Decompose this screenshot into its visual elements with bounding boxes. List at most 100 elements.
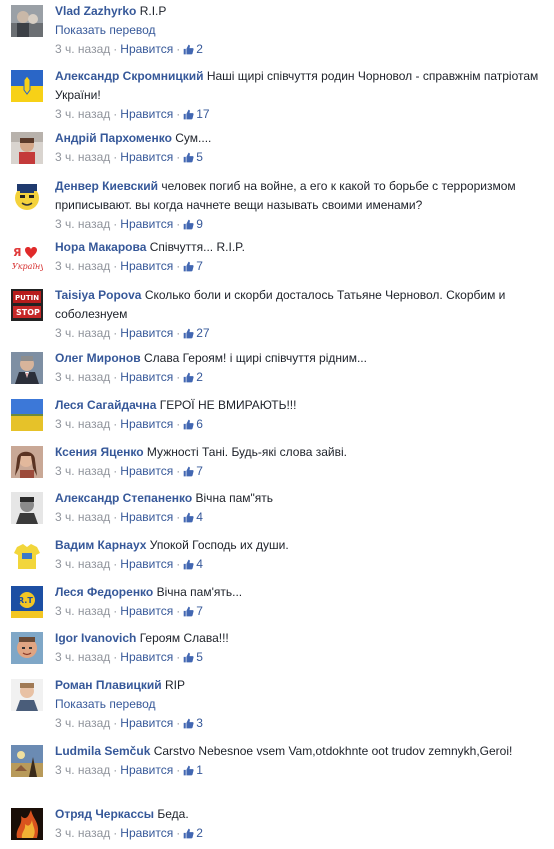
comment-meta: 3 ч. назад · Нравится · 2	[55, 824, 554, 843]
comment-text: Carstvo Nebesnoe vsem Vam,otdokhnte oot …	[153, 744, 513, 758]
blue-badge-avatar-icon: R.T	[11, 586, 43, 618]
like-button[interactable]: Нравится	[120, 650, 173, 664]
comment-item: Отряд Черкассы Беда. 3 ч. назад · Нравится ·…	[0, 805, 554, 843]
like-button[interactable]: Нравится	[120, 150, 173, 164]
like-count[interactable]: 2	[183, 826, 203, 840]
like-count[interactable]: 2	[183, 42, 203, 56]
comment-meta: 3 ч. назад · Нравится · 5	[55, 648, 554, 667]
like-count[interactable]: 3	[183, 716, 203, 730]
like-count[interactable]: 4	[183, 510, 203, 524]
like-button[interactable]: Нравится	[120, 217, 173, 231]
like-count[interactable]: 27	[183, 326, 210, 340]
comment-author-link[interactable]: Vlad Zazhyrko	[55, 4, 136, 18]
separator-dot: ·	[176, 326, 181, 340]
thumbs-up-icon	[183, 606, 194, 617]
comment-author-link[interactable]: Нора Макарова	[55, 240, 146, 254]
avatar[interactable]	[11, 632, 43, 664]
avatar[interactable]: R.T	[11, 586, 43, 618]
like-button[interactable]: Нравится	[120, 107, 173, 121]
comment-timestamp[interactable]: 3 ч. назад	[55, 217, 110, 231]
comment-timestamp[interactable]: 3 ч. назад	[55, 150, 110, 164]
comment-timestamp[interactable]: 3 ч. назад	[55, 763, 110, 777]
comment-timestamp[interactable]: 3 ч. назад	[55, 604, 110, 618]
comment-author-link[interactable]: Александр Скромницкий	[55, 69, 204, 83]
like-count[interactable]: 7	[183, 259, 203, 273]
separator-dot: ·	[113, 510, 118, 524]
show-translation-link[interactable]: Показать перевод	[55, 695, 554, 714]
svg-text:STOP: STOP	[16, 308, 40, 317]
comment-timestamp[interactable]: 3 ч. назад	[55, 716, 110, 730]
like-count[interactable]: 9	[183, 217, 203, 231]
like-count[interactable]: 7	[183, 464, 203, 478]
like-count[interactable]: 6	[183, 417, 203, 431]
comment-timestamp[interactable]: 3 ч. назад	[55, 826, 110, 840]
comment-timestamp[interactable]: 3 ч. назад	[55, 650, 110, 664]
like-button[interactable]: Нравится	[120, 326, 173, 340]
avatar[interactable]: PUTIN STOP	[11, 289, 43, 321]
like-count[interactable]: 2	[183, 370, 203, 384]
like-button[interactable]: Нравится	[120, 763, 173, 777]
comment-timestamp[interactable]: 3 ч. назад	[55, 326, 110, 340]
comment-timestamp[interactable]: 3 ч. назад	[55, 464, 110, 478]
show-translation-link[interactable]: Показать перевод	[55, 21, 554, 40]
avatar[interactable]	[11, 180, 43, 212]
comment-author-link[interactable]: Taisiya Popova	[55, 288, 141, 302]
comment-author-link[interactable]: Олег Миронов	[55, 351, 141, 365]
like-button[interactable]: Нравится	[120, 417, 173, 431]
like-count[interactable]: 17	[183, 107, 210, 121]
comment-author-link[interactable]: Ксения Яценко	[55, 445, 144, 459]
comment-timestamp[interactable]: 3 ч. назад	[55, 259, 110, 273]
like-button[interactable]: Нравится	[120, 604, 173, 618]
like-button[interactable]: Нравится	[120, 259, 173, 273]
comment-timestamp[interactable]: 3 ч. назад	[55, 107, 110, 121]
comment-timestamp[interactable]: 3 ч. назад	[55, 42, 110, 56]
photo-bw-avatar-icon	[11, 492, 43, 524]
comment-item: Андрій Пархоменко Сум.... 3 ч. назад · Нрав…	[0, 129, 554, 167]
comment-item: Igor Ivanovich Героям Слава!!! 3 ч. назад…	[0, 629, 554, 667]
like-count-value: 4	[196, 557, 203, 571]
avatar[interactable]	[11, 808, 43, 840]
avatar[interactable]	[11, 70, 43, 102]
comment-author-link[interactable]: Леся Сагайдачна	[55, 398, 156, 412]
like-button[interactable]: Нравится	[120, 716, 173, 730]
like-count[interactable]: 7	[183, 604, 203, 618]
avatar[interactable]	[11, 132, 43, 164]
like-button[interactable]: Нравится	[120, 557, 173, 571]
comment-author-link[interactable]: Отряд Черкассы	[55, 807, 154, 821]
comment-author-link[interactable]: Денвер Киевский	[55, 179, 158, 193]
avatar[interactable]	[11, 539, 43, 571]
avatar[interactable]	[11, 446, 43, 478]
comment-author-link[interactable]: Леся Федоренко	[55, 585, 153, 599]
comment-author-link[interactable]: Ludmila Semčuk	[55, 744, 150, 758]
like-button[interactable]: Нравится	[120, 370, 173, 384]
comment-author-link[interactable]: Вадим Карнаух	[55, 538, 146, 552]
avatar[interactable]: Я Україну	[11, 241, 43, 273]
avatar[interactable]	[11, 399, 43, 431]
comment-meta: 3 ч. назад · Нравится · 9	[55, 215, 554, 234]
like-count[interactable]: 1	[183, 763, 203, 777]
avatar[interactable]	[11, 352, 43, 384]
avatar[interactable]	[11, 492, 43, 524]
comment-timestamp[interactable]: 3 ч. назад	[55, 370, 110, 384]
avatar[interactable]	[11, 5, 43, 37]
avatar[interactable]	[11, 679, 43, 711]
avatar[interactable]	[11, 745, 43, 777]
comment-timestamp[interactable]: 3 ч. назад	[55, 417, 110, 431]
like-count[interactable]: 4	[183, 557, 203, 571]
comment-author-link[interactable]: Александр Степаненко	[55, 491, 192, 505]
comment-text: Сум....	[175, 131, 212, 145]
separator-dot: ·	[113, 259, 118, 273]
like-button[interactable]: Нравится	[120, 510, 173, 524]
like-count[interactable]: 5	[183, 650, 203, 664]
comment-author-link[interactable]: Андрій Пархоменко	[55, 131, 172, 145]
thumbs-up-icon	[183, 512, 194, 523]
like-count[interactable]: 5	[183, 150, 203, 164]
comment-meta: 3 ч. назад · Нравится · 2	[55, 368, 554, 387]
comment-author-link[interactable]: Igor Ivanovich	[55, 631, 136, 645]
like-button[interactable]: Нравится	[120, 42, 173, 56]
like-button[interactable]: Нравится	[120, 464, 173, 478]
like-button[interactable]: Нравится	[120, 826, 173, 840]
comment-timestamp[interactable]: 3 ч. назад	[55, 557, 110, 571]
comment-author-link[interactable]: Роман Плавицкий	[55, 678, 162, 692]
comment-timestamp[interactable]: 3 ч. назад	[55, 510, 110, 524]
